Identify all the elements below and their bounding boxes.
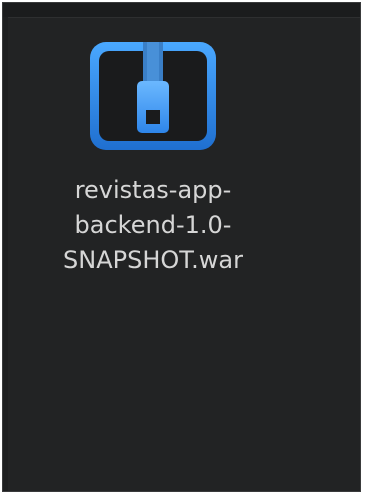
file-manager-view: revistas-app- backend-1.0- SNAPSHOT.war bbox=[2, 2, 361, 492]
file-name-label: revistas-app- backend-1.0- SNAPSHOT.war bbox=[43, 173, 263, 278]
file-name-line-3: SNAPSHOT.war bbox=[63, 246, 243, 274]
top-toolbar-strip bbox=[3, 3, 360, 18]
file-name-line-1: revistas-app- bbox=[74, 176, 232, 204]
left-edge-strip bbox=[3, 17, 8, 491]
archive-zip-icon bbox=[87, 39, 219, 153]
file-item-war[interactable]: revistas-app- backend-1.0- SNAPSHOT.war bbox=[43, 39, 263, 278]
file-name-line-2: backend-1.0- bbox=[74, 211, 232, 239]
